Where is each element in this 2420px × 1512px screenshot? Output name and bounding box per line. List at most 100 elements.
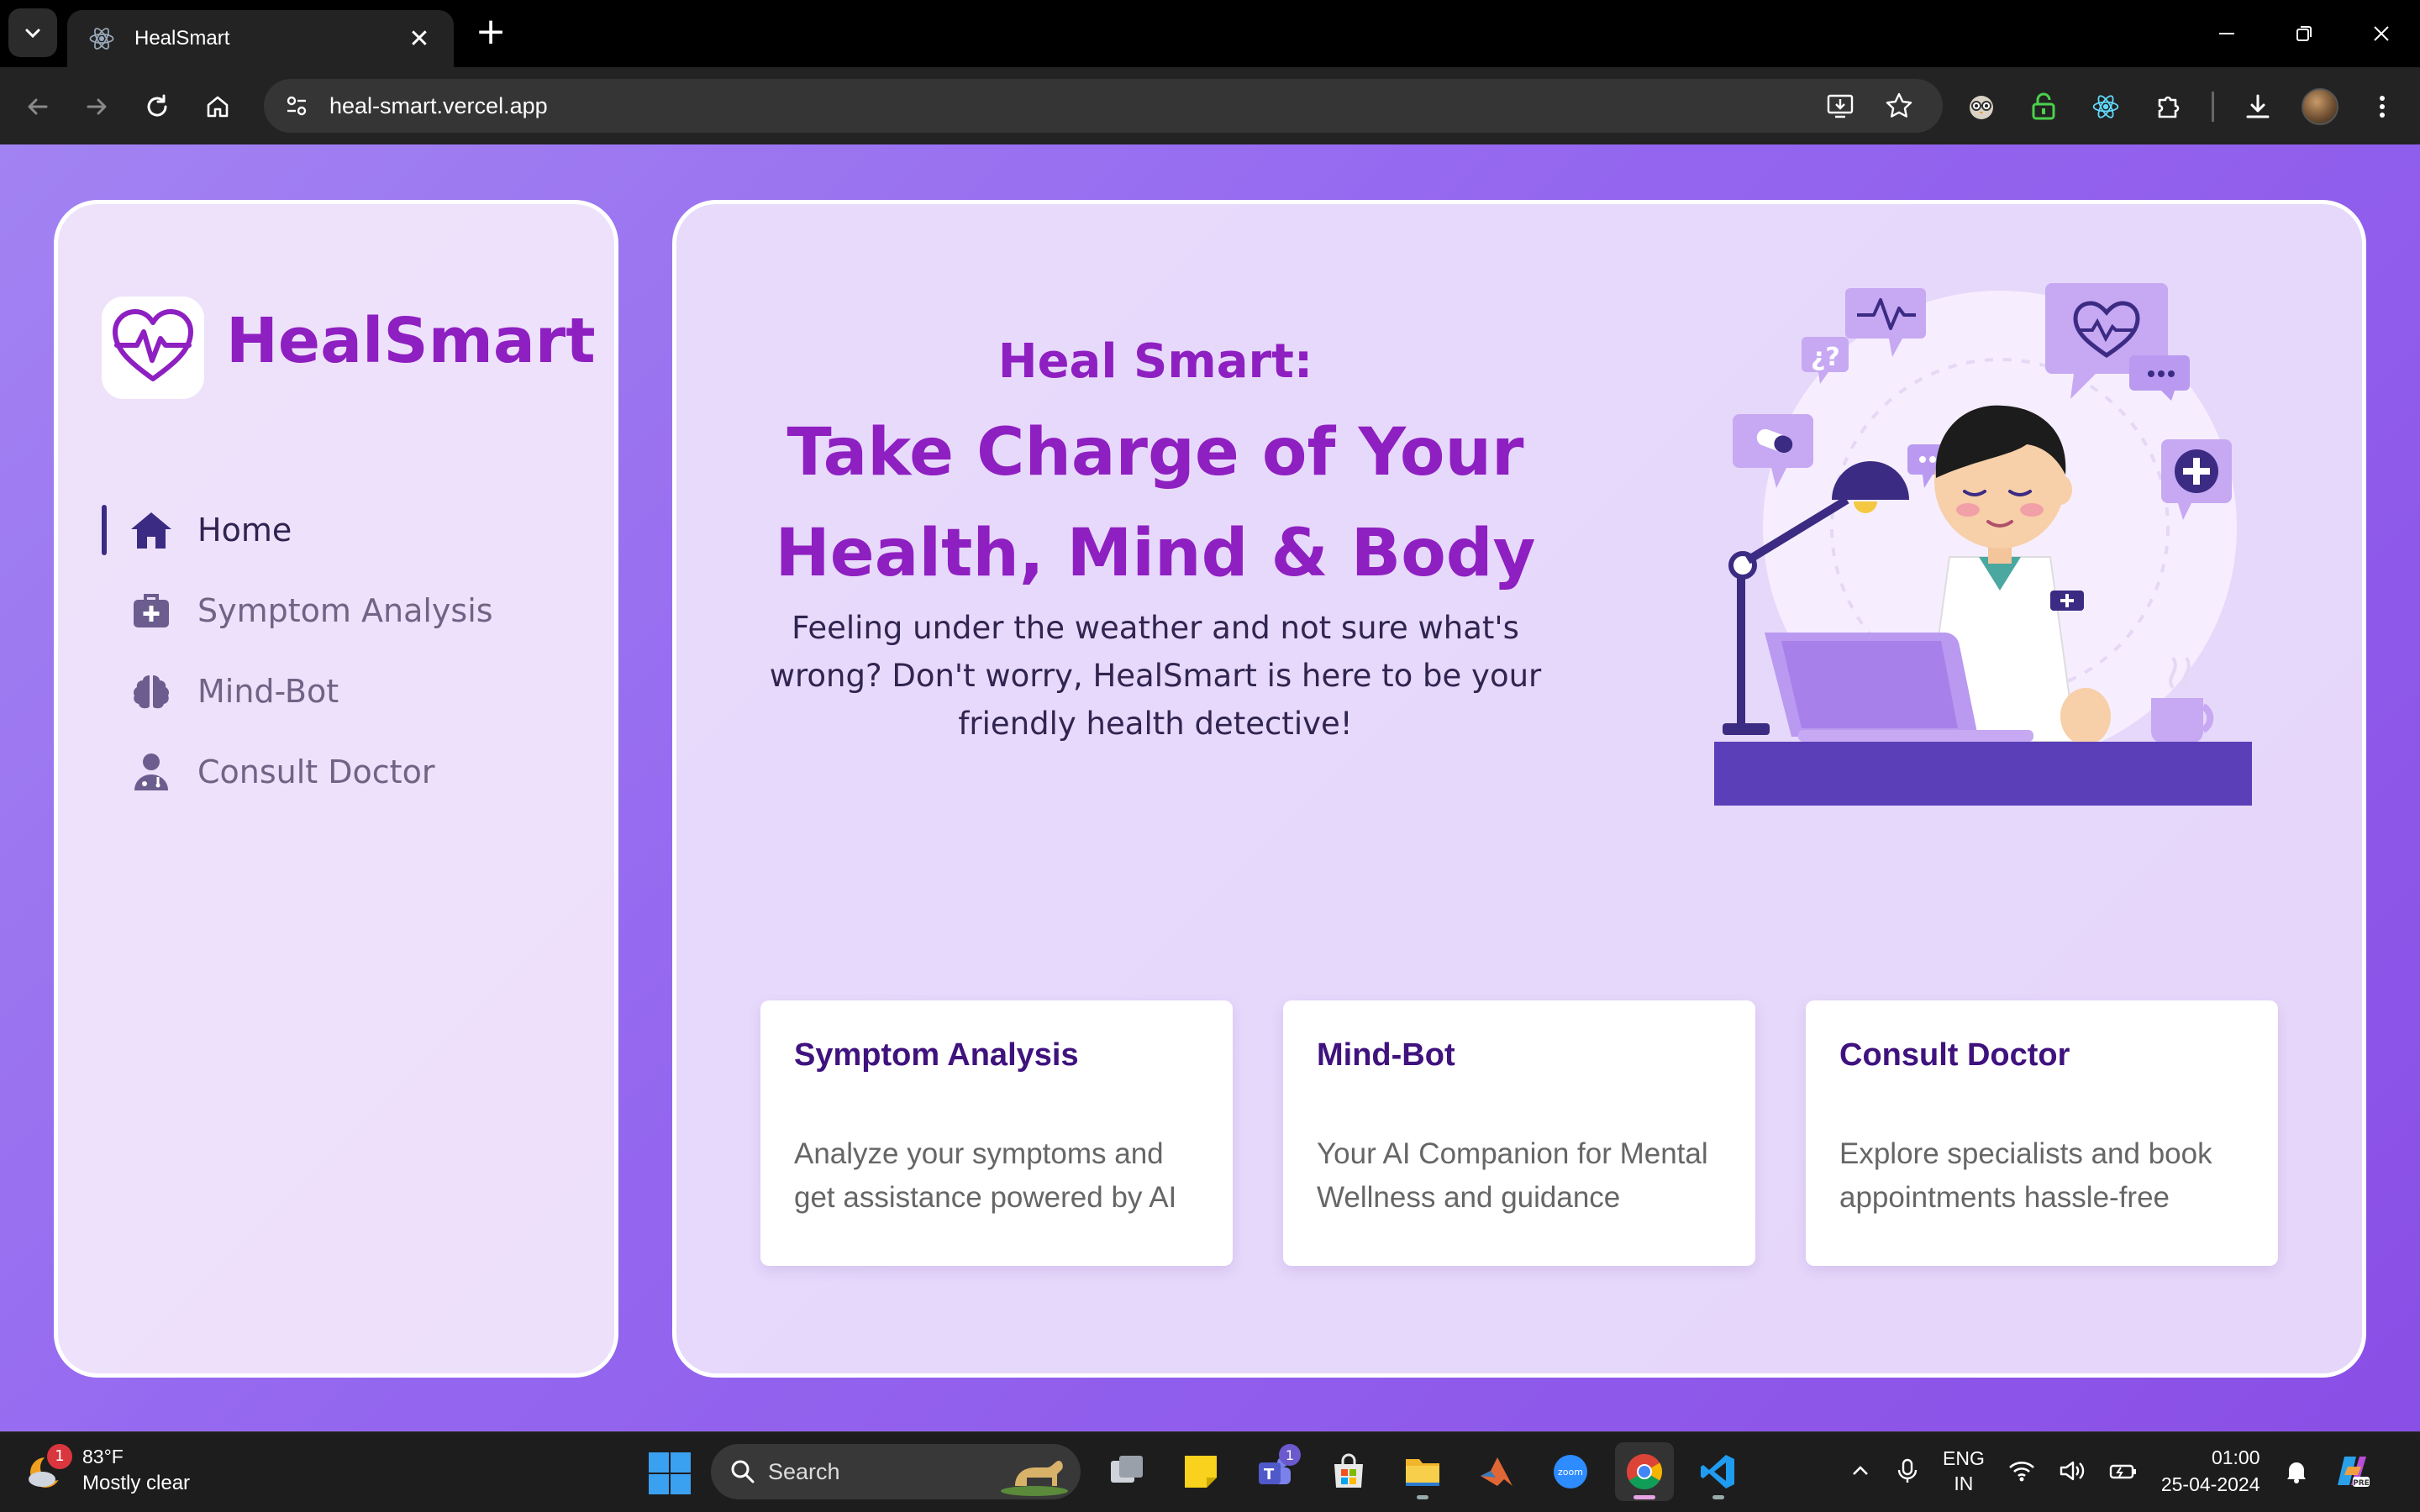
chevron-up-icon[interactable] [1849,1459,1872,1483]
forward-button[interactable] [76,86,118,128]
app-background: HealSmart Home Symptom Analysis Mind-Bot… [0,144,2420,1431]
svg-text:T: T [1264,1466,1275,1483]
sidebar-item-label: Consult Doctor [197,753,435,790]
card-title: Symptom Analysis [794,1037,1079,1073]
tab-search-button[interactable] [8,8,57,57]
sidebar-item-label: Symptom Analysis [197,592,493,629]
start-button[interactable] [647,1451,692,1496]
search-label: Search [768,1458,840,1484]
sidebar-item-home[interactable]: Home [102,490,589,570]
browser-tab[interactable]: HealSmart ✕ [67,10,454,67]
feature-card-symptom-analysis[interactable]: Symptom Analysis Analyze your symptoms a… [760,1000,1233,1266]
folder-icon [1406,1459,1439,1486]
tune-icon [287,96,307,116]
feature-card-consult-doctor[interactable]: Consult Doctor Explore specialists and b… [1806,1000,2278,1266]
file-explorer-app[interactable] [1393,1442,1452,1501]
windows-logo-icon [649,1452,691,1494]
feature-card-mind-bot[interactable]: Mind-Bot Your AI Companion for Mental We… [1283,1000,1755,1266]
matlab-icon [1481,1457,1512,1486]
extensions-puzzle-icon[interactable] [2149,88,2186,125]
store-icon [1334,1453,1363,1488]
sidebar-item-consult-doctor[interactable]: Consult Doctor [102,732,589,812]
microphone-icon[interactable] [1896,1457,1919,1484]
task-view-icon [1111,1456,1143,1483]
battery-icon[interactable] [2109,1459,2138,1483]
extension-lock-icon[interactable] [2025,88,2062,125]
minimize-icon [2219,33,2234,34]
address-bar[interactable]: heal-smart.vercel.app [264,79,1943,133]
minimize-button[interactable] [2188,0,2265,67]
heart-pulse-icon [113,309,193,381]
teams-app[interactable]: T 1 [1245,1442,1304,1501]
copilot-icon[interactable]: PRE [2333,1452,2371,1490]
react-logo-icon [89,28,114,50]
search-highlight-dog-icon [1001,1461,1068,1496]
sticky-notes-app[interactable] [1171,1442,1230,1501]
arrow-right-icon [87,98,107,115]
doctor-illustration: ¿? [1714,283,2252,806]
active-indicator [102,505,107,555]
sidebar-item-mind-bot[interactable]: Mind-Bot [102,651,589,732]
main-panel: Heal Smart: Take Charge of Your Health, … [672,200,2366,1378]
hero-description: Feeling under the weather and not sure w… [769,610,1542,742]
browser-toolbar: heal-smart.vercel.app [0,67,2420,144]
reload-button[interactable] [136,86,178,128]
chevron-down-icon [25,29,40,39]
clock-time: 01:00 [2211,1446,2260,1468]
new-tab-button[interactable]: + [472,13,509,50]
card-title: Consult Doctor [1839,1037,2070,1073]
sidebar-item-symptom-analysis[interactable]: Symptom Analysis [102,570,589,651]
microsoft-store-app[interactable] [1319,1442,1378,1501]
card-description: Your AI Companion for Mental Wellness an… [1317,1137,1708,1214]
downloads-icon[interactable] [2239,88,2276,125]
close-tab-icon[interactable]: ✕ [405,24,434,54]
notification-bell-icon[interactable] [2284,1458,2309,1483]
profile-avatar[interactable] [2302,88,2338,125]
install-app-icon[interactable] [1825,91,1855,121]
hero-title-line-1: Take Charge of Your [786,415,1524,491]
restore-button[interactable] [2265,0,2343,67]
hero-section: Heal Smart: Take Charge of Your Health, … [769,328,1542,748]
site-info-button[interactable] [271,93,323,118]
volume-icon[interactable] [2059,1459,2086,1483]
extension-owl-icon[interactable] [1963,88,2000,125]
restore-icon [2296,26,2312,41]
windows-taskbar: 1 83°F Mostly clear Search T 1 zoom ENG … [0,1431,2420,1512]
svg-text:¿?: ¿? [1811,343,1840,372]
weather-condition: Mostly clear [82,1472,191,1494]
sidebar-item-label: Home [197,512,292,549]
close-icon [2374,26,2389,41]
url-text: heal-smart.vercel.app [329,92,548,118]
close-window-button[interactable] [2343,0,2420,67]
sidebar-item-label: Mind-Bot [197,673,339,710]
zoom-app[interactable]: zoom [1541,1442,1600,1501]
menu-kebab-icon[interactable] [2364,88,2401,125]
task-view-button[interactable] [1097,1442,1156,1501]
chrome-app[interactable] [1615,1442,1674,1501]
card-description: Explore specialists and book appointment… [1839,1137,2212,1214]
home-button[interactable] [197,86,239,128]
extension-react-devtools-icon[interactable] [2087,88,2124,125]
clock[interactable]: 01:00 25-04-2024 [2161,1444,2260,1498]
search-icon [731,1460,755,1483]
brand-logo[interactable] [102,297,204,399]
sidebar-nav: Home Symptom Analysis Mind-Bot Consult D… [102,490,589,812]
weather-widget[interactable]: 1 83°F Mostly clear [25,1443,191,1495]
card-title: Mind-Bot [1317,1037,1455,1073]
doctor-icon [129,749,174,795]
bookmark-star-icon[interactable] [1884,91,1914,121]
language-indicator[interactable]: ENG IN [1943,1446,1985,1496]
brand-name[interactable]: HealSmart [226,305,596,377]
back-button[interactable] [17,86,59,128]
svg-text:zoom: zoom [1558,1467,1583,1478]
matlab-app[interactable] [1467,1442,1526,1501]
vscode-app[interactable] [1689,1442,1748,1501]
system-tray: ENG IN 01:00 25-04-2024 PRE [1849,1444,2371,1498]
chrome-icon [1626,1454,1663,1490]
arrow-left-icon [28,98,48,115]
home-icon [129,507,174,553]
taskbar-search[interactable]: Search [711,1444,1081,1499]
medkit-icon [129,588,174,633]
card-description: Analyze your symptoms and get assistance… [794,1137,1177,1214]
wifi-icon[interactable] [2008,1459,2035,1483]
